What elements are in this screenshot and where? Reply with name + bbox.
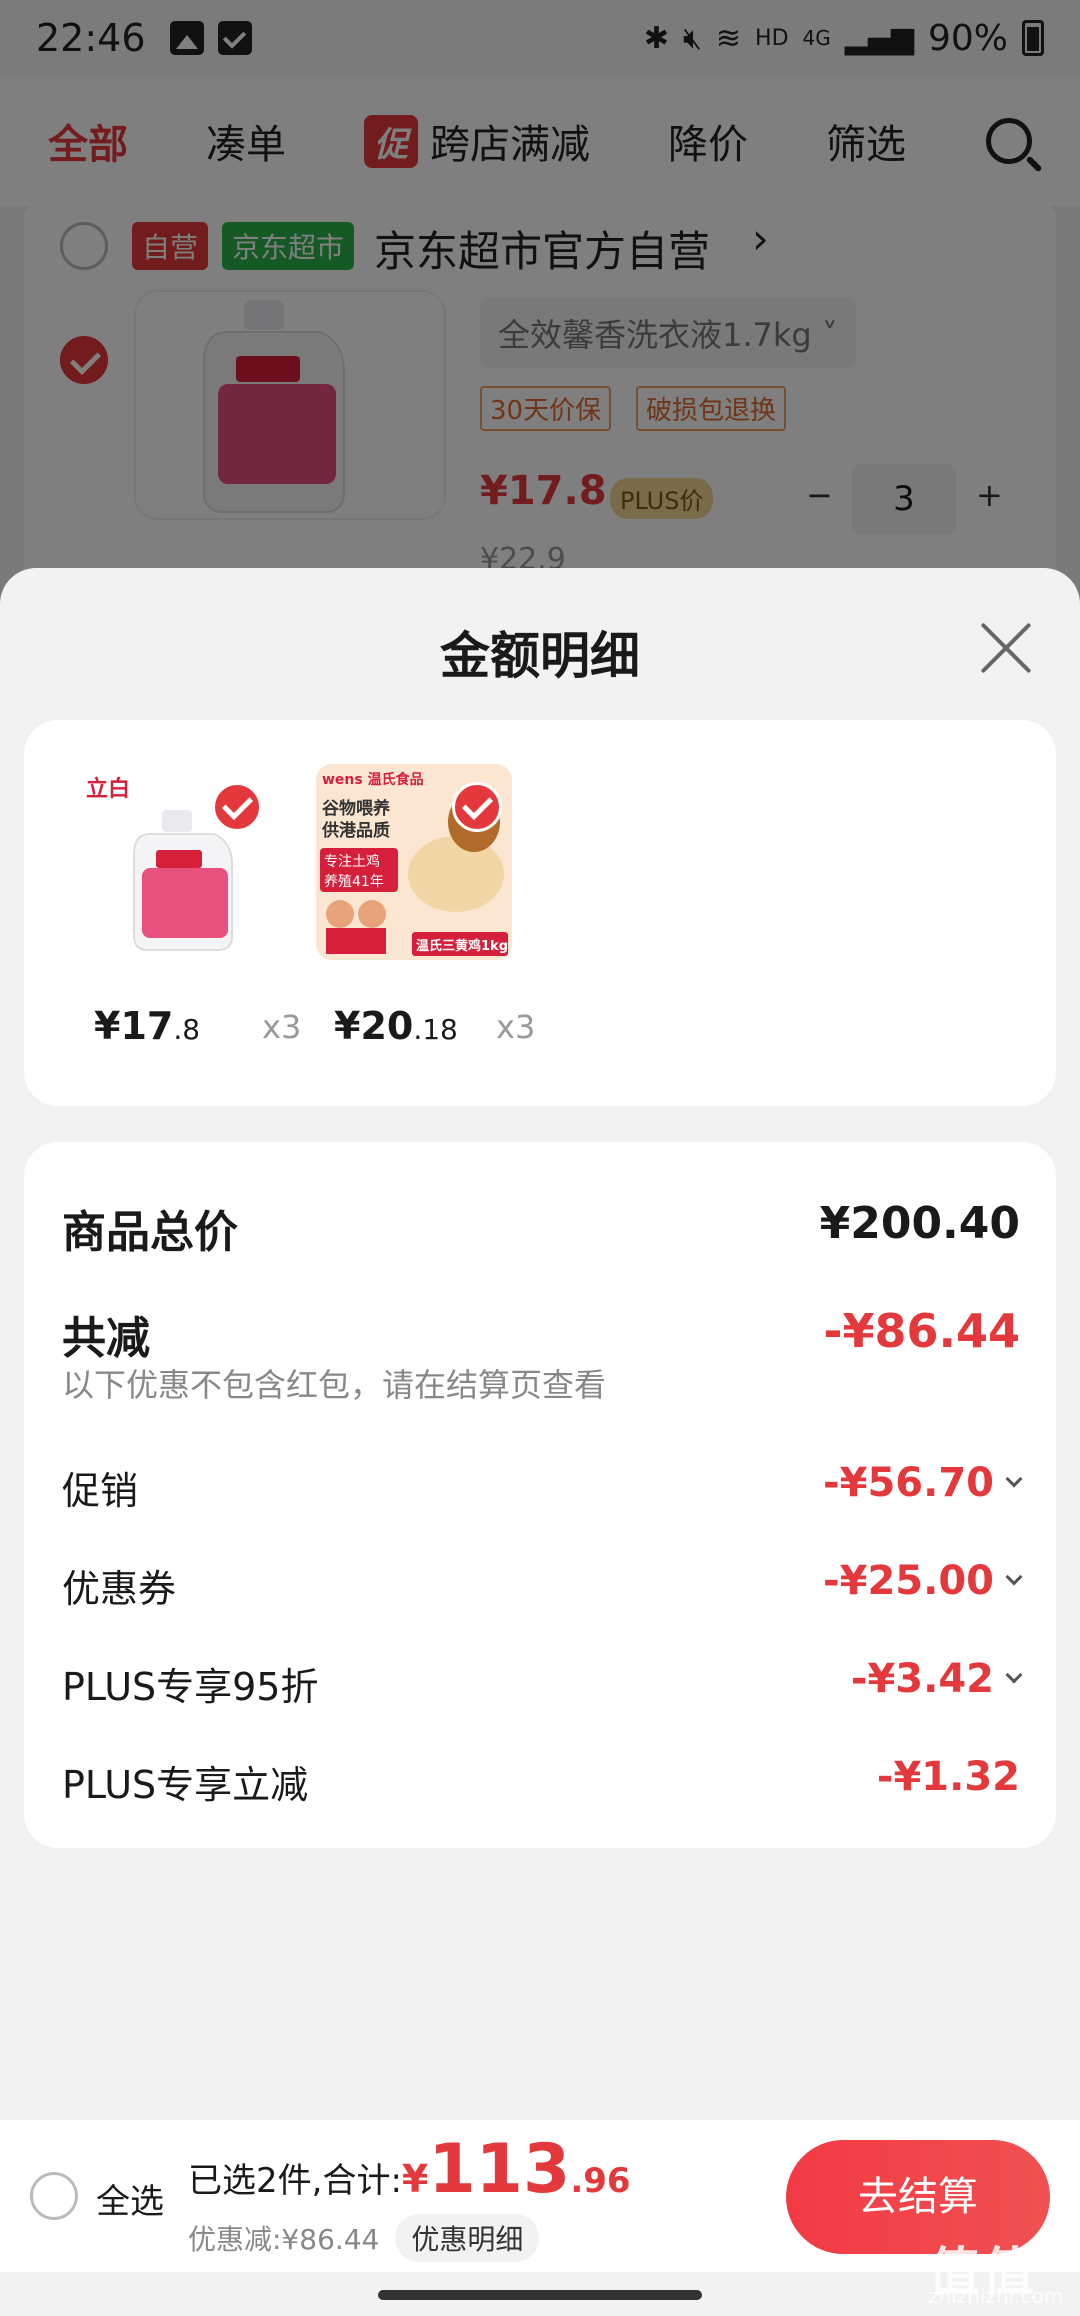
discount-summary: 优惠减:¥86.44 优惠明细	[188, 2214, 540, 2262]
goods-quantity: x3	[262, 1008, 302, 1046]
home-indicator[interactable]	[378, 2290, 702, 2300]
chevron-down-icon	[1005, 1470, 1023, 1488]
goods-checked-icon[interactable]	[452, 782, 502, 832]
plus-95-amount: -¥3.42	[850, 1656, 994, 1702]
discount-detail-button[interactable]: 优惠明细	[395, 2214, 540, 2262]
promotion-amount: -¥56.70	[823, 1460, 994, 1506]
plus-instant-amount: -¥1.32	[876, 1754, 1020, 1800]
total-label: 商品总价	[62, 1207, 238, 1258]
chicken-line-2: 供港品质	[321, 820, 390, 841]
discount-label: 共减	[62, 1313, 150, 1364]
coupon-label: 优惠券	[62, 1567, 177, 1611]
coupon-row-value[interactable]: -¥25.00	[823, 1558, 1023, 1604]
amount-details-sheet: 金额明细 立白 ¥17.8 x3 wens 温氏食品 谷物喂养 供港品质 专注土…	[0, 568, 1080, 2316]
close-icon[interactable]	[978, 620, 1034, 676]
discount-note: 以下优惠不包含红包，请在结算页查看	[62, 1366, 607, 1404]
currency-symbol: ¥	[401, 2157, 429, 2201]
price-breakdown-card: 商品总价 ¥200.40 共减 -¥86.44 以下优惠不包含红包，请在结算页查…	[24, 1142, 1056, 1848]
plus-95-row-value[interactable]: -¥3.42	[850, 1656, 1023, 1702]
discount-value: -¥86.44	[823, 1304, 1020, 1358]
promotion-row-value[interactable]: -¥56.70	[823, 1460, 1023, 1506]
goods-quantity: x3	[496, 1008, 536, 1046]
total-decimal: .96	[570, 2161, 631, 2201]
sheet-title: 金额明细	[440, 627, 640, 685]
total-value: ¥200.40	[819, 1198, 1020, 1249]
chevron-down-icon	[1005, 1568, 1023, 1586]
coupon-amount: -¥25.00	[823, 1558, 994, 1604]
select-all-radio[interactable]	[30, 2172, 78, 2220]
select-all-label[interactable]: 全选	[96, 2174, 164, 2223]
plus-95-label: PLUS专享95折	[62, 1665, 319, 1709]
chicken-brand: wens 温氏食品	[322, 771, 424, 788]
goods-price: ¥20.18	[334, 1004, 458, 1048]
chicken-line-5: 温氏三黄鸡1kg	[416, 938, 508, 954]
chicken-line-1: 谷物喂养	[322, 798, 391, 819]
promotion-label: 促销	[62, 1469, 139, 1513]
brand-logo-text: 立白	[86, 776, 130, 802]
settlement-bar: 全选 已选2件,合计: ¥ 113 .96 优惠减:¥86.44 优惠明细 去结…	[0, 2120, 1080, 2272]
chevron-down-icon	[1005, 1666, 1023, 1684]
chicken-line-3: 专注土鸡	[324, 853, 380, 870]
chicken-line-4: 养殖41年	[324, 873, 384, 890]
selected-goods-card: 立白 ¥17.8 x3 wens 温氏食品 谷物喂养 供港品质 专注土鸡 养殖4…	[24, 720, 1056, 1106]
goods-checked-icon[interactable]	[212, 782, 262, 832]
total-summary: 已选2件,合计: ¥ 113 .96	[188, 2130, 631, 2209]
selected-count-text: 已选2件,合计:	[188, 2161, 402, 2201]
watermark-url: zhizhizhi.com	[928, 2284, 1064, 2308]
total-integer: 113	[428, 2130, 571, 2209]
plus-instant-label: PLUS专享立减	[62, 1763, 309, 1807]
discount-summary-text: 优惠减:¥86.44	[188, 2223, 380, 2256]
goods-price: ¥17.8	[94, 1004, 201, 1048]
